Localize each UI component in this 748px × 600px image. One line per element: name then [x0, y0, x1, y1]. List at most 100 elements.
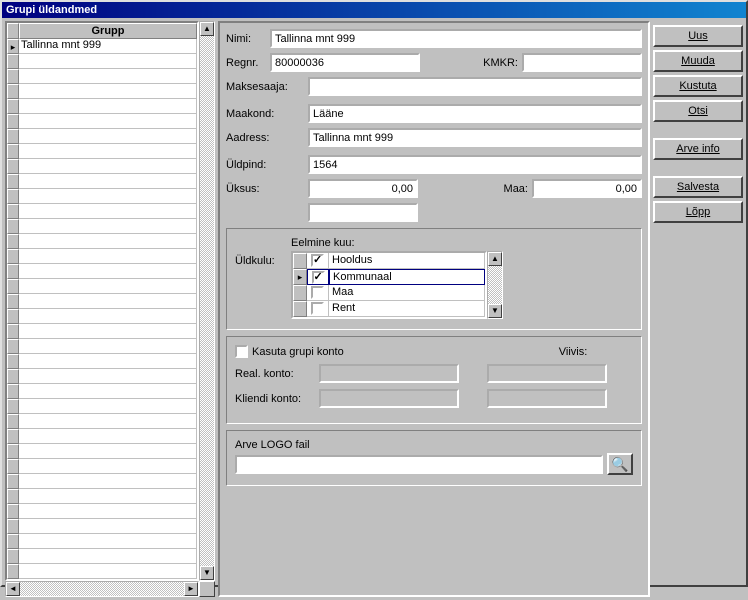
grid-cell[interactable]	[19, 264, 197, 279]
grid-cell[interactable]	[19, 114, 197, 129]
salvesta-button[interactable]: Salvesta	[653, 176, 743, 198]
table-row[interactable]	[7, 99, 197, 114]
table-row[interactable]	[7, 339, 197, 354]
maa-input[interactable]	[532, 179, 642, 198]
maakond-input[interactable]	[308, 104, 642, 123]
table-row[interactable]	[7, 414, 197, 429]
grid-cell[interactable]	[19, 384, 197, 399]
kustuta-button[interactable]: Kustuta	[653, 75, 743, 97]
scroll-down-icon[interactable]: ▼	[488, 304, 502, 318]
row-checkbox[interactable]	[307, 301, 329, 317]
arve-info-button[interactable]: Arve info	[653, 138, 743, 160]
table-row[interactable]	[7, 504, 197, 519]
table-row[interactable]	[7, 474, 197, 489]
grid-cell[interactable]	[19, 549, 197, 564]
grid-cell[interactable]	[19, 144, 197, 159]
nimi-input[interactable]	[270, 29, 642, 48]
grid-cell[interactable]	[19, 84, 197, 99]
grid-cell[interactable]	[19, 429, 197, 444]
uldkulu-grid[interactable]: Hooldus▸KommunaalMaaRent	[291, 251, 487, 319]
table-row[interactable]	[7, 429, 197, 444]
table-row[interactable]	[7, 249, 197, 264]
uldpind-input[interactable]	[308, 155, 642, 174]
table-row[interactable]	[7, 279, 197, 294]
grid-col-grupp[interactable]: Grupp	[19, 23, 197, 39]
table-row[interactable]	[7, 519, 197, 534]
scroll-up-icon[interactable]: ▲	[200, 22, 214, 36]
table-row[interactable]	[7, 174, 197, 189]
table-row[interactable]	[7, 549, 197, 564]
grid-cell[interactable]	[19, 369, 197, 384]
table-row[interactable]	[7, 399, 197, 414]
table-row[interactable]	[7, 444, 197, 459]
scroll-right-icon[interactable]: ►	[184, 582, 198, 596]
list-item[interactable]: ▸Kommunaal	[293, 269, 485, 285]
grid-cell[interactable]	[19, 99, 197, 114]
use-group-checkbox[interactable]	[235, 345, 248, 358]
grid-cell[interactable]	[19, 279, 197, 294]
grid-cell[interactable]	[19, 519, 197, 534]
table-row[interactable]	[7, 234, 197, 249]
table-row[interactable]	[7, 309, 197, 324]
grid-cell[interactable]: Tallinna mnt 999	[19, 39, 197, 54]
real-viivis-input[interactable]	[487, 364, 607, 383]
logo-path-input[interactable]	[235, 455, 603, 474]
grid-cell[interactable]	[19, 564, 197, 579]
grid-cell[interactable]	[19, 414, 197, 429]
table-row[interactable]	[7, 69, 197, 84]
table-row[interactable]	[7, 144, 197, 159]
row-checkbox[interactable]	[307, 253, 329, 269]
grid-cell[interactable]	[19, 204, 197, 219]
grid-cell[interactable]	[19, 444, 197, 459]
list-item[interactable]: Rent	[293, 301, 485, 317]
table-row[interactable]	[7, 159, 197, 174]
list-item[interactable]: Hooldus	[293, 253, 485, 269]
table-row[interactable]	[7, 54, 197, 69]
list-item[interactable]: Maa	[293, 285, 485, 301]
grid-cell[interactable]	[19, 249, 197, 264]
table-row[interactable]	[7, 204, 197, 219]
table-row[interactable]	[7, 189, 197, 204]
uksus-extra-input[interactable]	[308, 203, 418, 222]
uldkulu-vscroll[interactable]: ▲ ▼	[487, 251, 503, 319]
grid-cell[interactable]	[19, 324, 197, 339]
table-row[interactable]	[7, 369, 197, 384]
maksesaaja-input[interactable]	[308, 77, 642, 96]
kliendi-viivis-input[interactable]	[487, 389, 607, 408]
scroll-left-icon[interactable]: ◄	[6, 582, 20, 596]
muuda-button[interactable]: Muuda	[653, 50, 743, 72]
grid-cell[interactable]	[19, 534, 197, 549]
grid-cell[interactable]	[19, 489, 197, 504]
table-row[interactable]	[7, 114, 197, 129]
logo-browse-button[interactable]: 🔍	[607, 453, 633, 475]
grid-cell[interactable]	[19, 189, 197, 204]
grid-cell[interactable]	[19, 129, 197, 144]
table-row[interactable]	[7, 264, 197, 279]
scroll-down-icon[interactable]: ▼	[200, 566, 214, 580]
group-grid[interactable]: Grupp ▸Tallinna mnt 999	[5, 21, 199, 581]
table-row[interactable]	[7, 324, 197, 339]
table-row[interactable]: ▸Tallinna mnt 999	[7, 39, 197, 54]
grid-cell[interactable]	[19, 504, 197, 519]
otsi-button[interactable]: Otsi	[653, 100, 743, 122]
uus-button[interactable]: Uus	[653, 25, 743, 47]
grid-cell[interactable]	[19, 159, 197, 174]
grid-cell[interactable]	[19, 219, 197, 234]
uksus-num-input[interactable]	[308, 179, 418, 198]
table-row[interactable]	[7, 354, 197, 369]
scroll-up-icon[interactable]: ▲	[488, 252, 502, 266]
table-row[interactable]	[7, 294, 197, 309]
row-checkbox[interactable]	[307, 269, 329, 285]
table-row[interactable]	[7, 384, 197, 399]
group-grid-hscroll[interactable]: ◄ ►	[5, 581, 199, 597]
table-row[interactable]	[7, 534, 197, 549]
kliendi-konto-input[interactable]	[319, 389, 459, 408]
grid-cell[interactable]	[19, 174, 197, 189]
aadress-input[interactable]	[308, 128, 642, 147]
group-grid-vscroll[interactable]: ▲ ▼	[199, 21, 215, 581]
grid-cell[interactable]	[19, 459, 197, 474]
table-row[interactable]	[7, 219, 197, 234]
grid-cell[interactable]	[19, 399, 197, 414]
grid-cell[interactable]	[19, 54, 197, 69]
grid-cell[interactable]	[19, 309, 197, 324]
